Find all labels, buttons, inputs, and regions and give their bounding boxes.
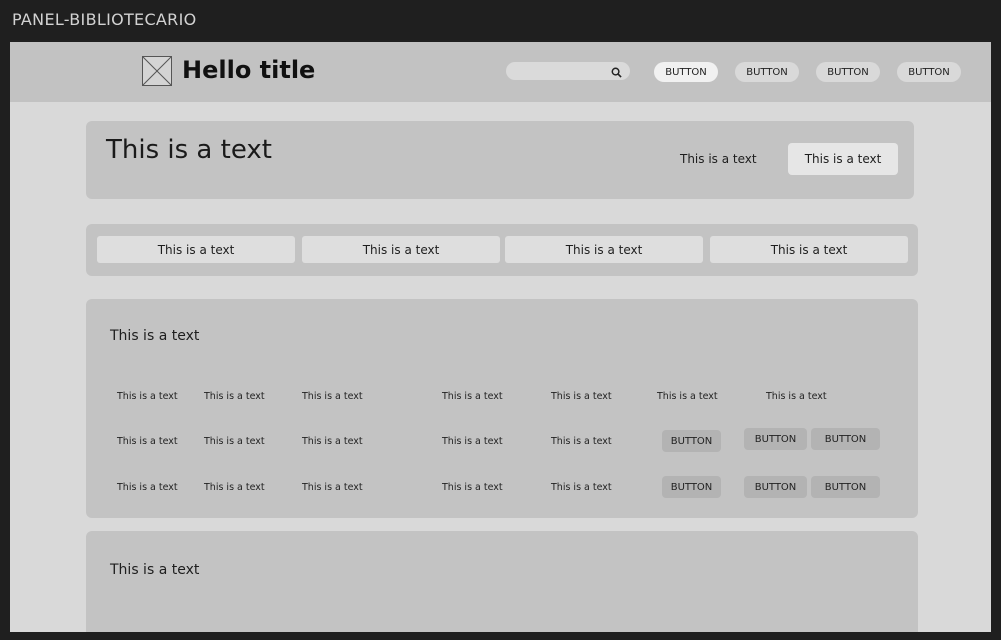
hero-text: This is a text (680, 152, 757, 166)
table-cell: This is a text (551, 482, 612, 493)
table-cell: This is a text (442, 436, 503, 447)
nav-button-1[interactable]: BUTTON (654, 62, 718, 82)
row-action-button[interactable]: BUTTON (744, 428, 807, 450)
nav-button-3[interactable]: BUTTON (816, 62, 880, 82)
row-action-button[interactable]: BUTTON (662, 476, 721, 498)
tab-2[interactable]: This is a text (302, 236, 500, 263)
nav-button-4[interactable]: BUTTON (897, 62, 961, 82)
page-canvas: Hello title BUTTON BUTTON BUTTON BUTTON … (10, 42, 991, 632)
table-cell: This is a text (204, 436, 265, 447)
search-input[interactable] (514, 62, 604, 80)
nav-button-2[interactable]: BUTTON (735, 62, 799, 82)
table-section: This is a text This is a text This is a … (86, 299, 918, 518)
placeholder-image-icon (142, 56, 172, 86)
table-cell: This is a text (204, 482, 265, 493)
top-header: Hello title BUTTON BUTTON BUTTON BUTTON (10, 42, 991, 102)
table-cell: This is a text (442, 482, 503, 493)
table-cell: This is a text (117, 391, 178, 402)
row-action-button[interactable]: BUTTON (811, 476, 880, 498)
row-action-button[interactable]: BUTTON (662, 430, 721, 452)
row-action-button[interactable]: BUTTON (744, 476, 807, 498)
search-bar[interactable] (506, 62, 630, 80)
table-cell: This is a text (302, 391, 363, 402)
tabs-card: This is a text This is a text This is a … (86, 224, 918, 276)
table-cell: This is a text (302, 482, 363, 493)
frame-title: PANEL-BIBLIOTECARIO (12, 10, 197, 29)
section-title: This is a text (110, 328, 200, 344)
table-cell: This is a text (302, 436, 363, 447)
table-cell: This is a text (657, 391, 718, 402)
table-cell: This is a text (117, 436, 178, 447)
row-action-button[interactable]: BUTTON (811, 428, 880, 450)
table-cell: This is a text (766, 391, 827, 402)
hero-button[interactable]: This is a text (788, 143, 898, 175)
app-frame: PANEL-BIBLIOTECARIO Hello title BUTTON B… (0, 0, 1001, 640)
table-cell: This is a text (204, 391, 265, 402)
tab-4[interactable]: This is a text (710, 236, 908, 263)
section-title: This is a text (110, 562, 200, 578)
table-cell: This is a text (551, 391, 612, 402)
table-cell: This is a text (551, 436, 612, 447)
hero-title: This is a text (106, 135, 272, 165)
tab-1[interactable]: This is a text (97, 236, 295, 263)
hero-card: This is a text This is a text This is a … (86, 121, 914, 199)
table-cell: This is a text (117, 482, 178, 493)
bottom-section: This is a text (86, 531, 918, 632)
page-title: Hello title (182, 56, 316, 84)
table-cell: This is a text (442, 391, 503, 402)
search-icon[interactable] (611, 65, 622, 83)
tab-3[interactable]: This is a text (505, 236, 703, 263)
